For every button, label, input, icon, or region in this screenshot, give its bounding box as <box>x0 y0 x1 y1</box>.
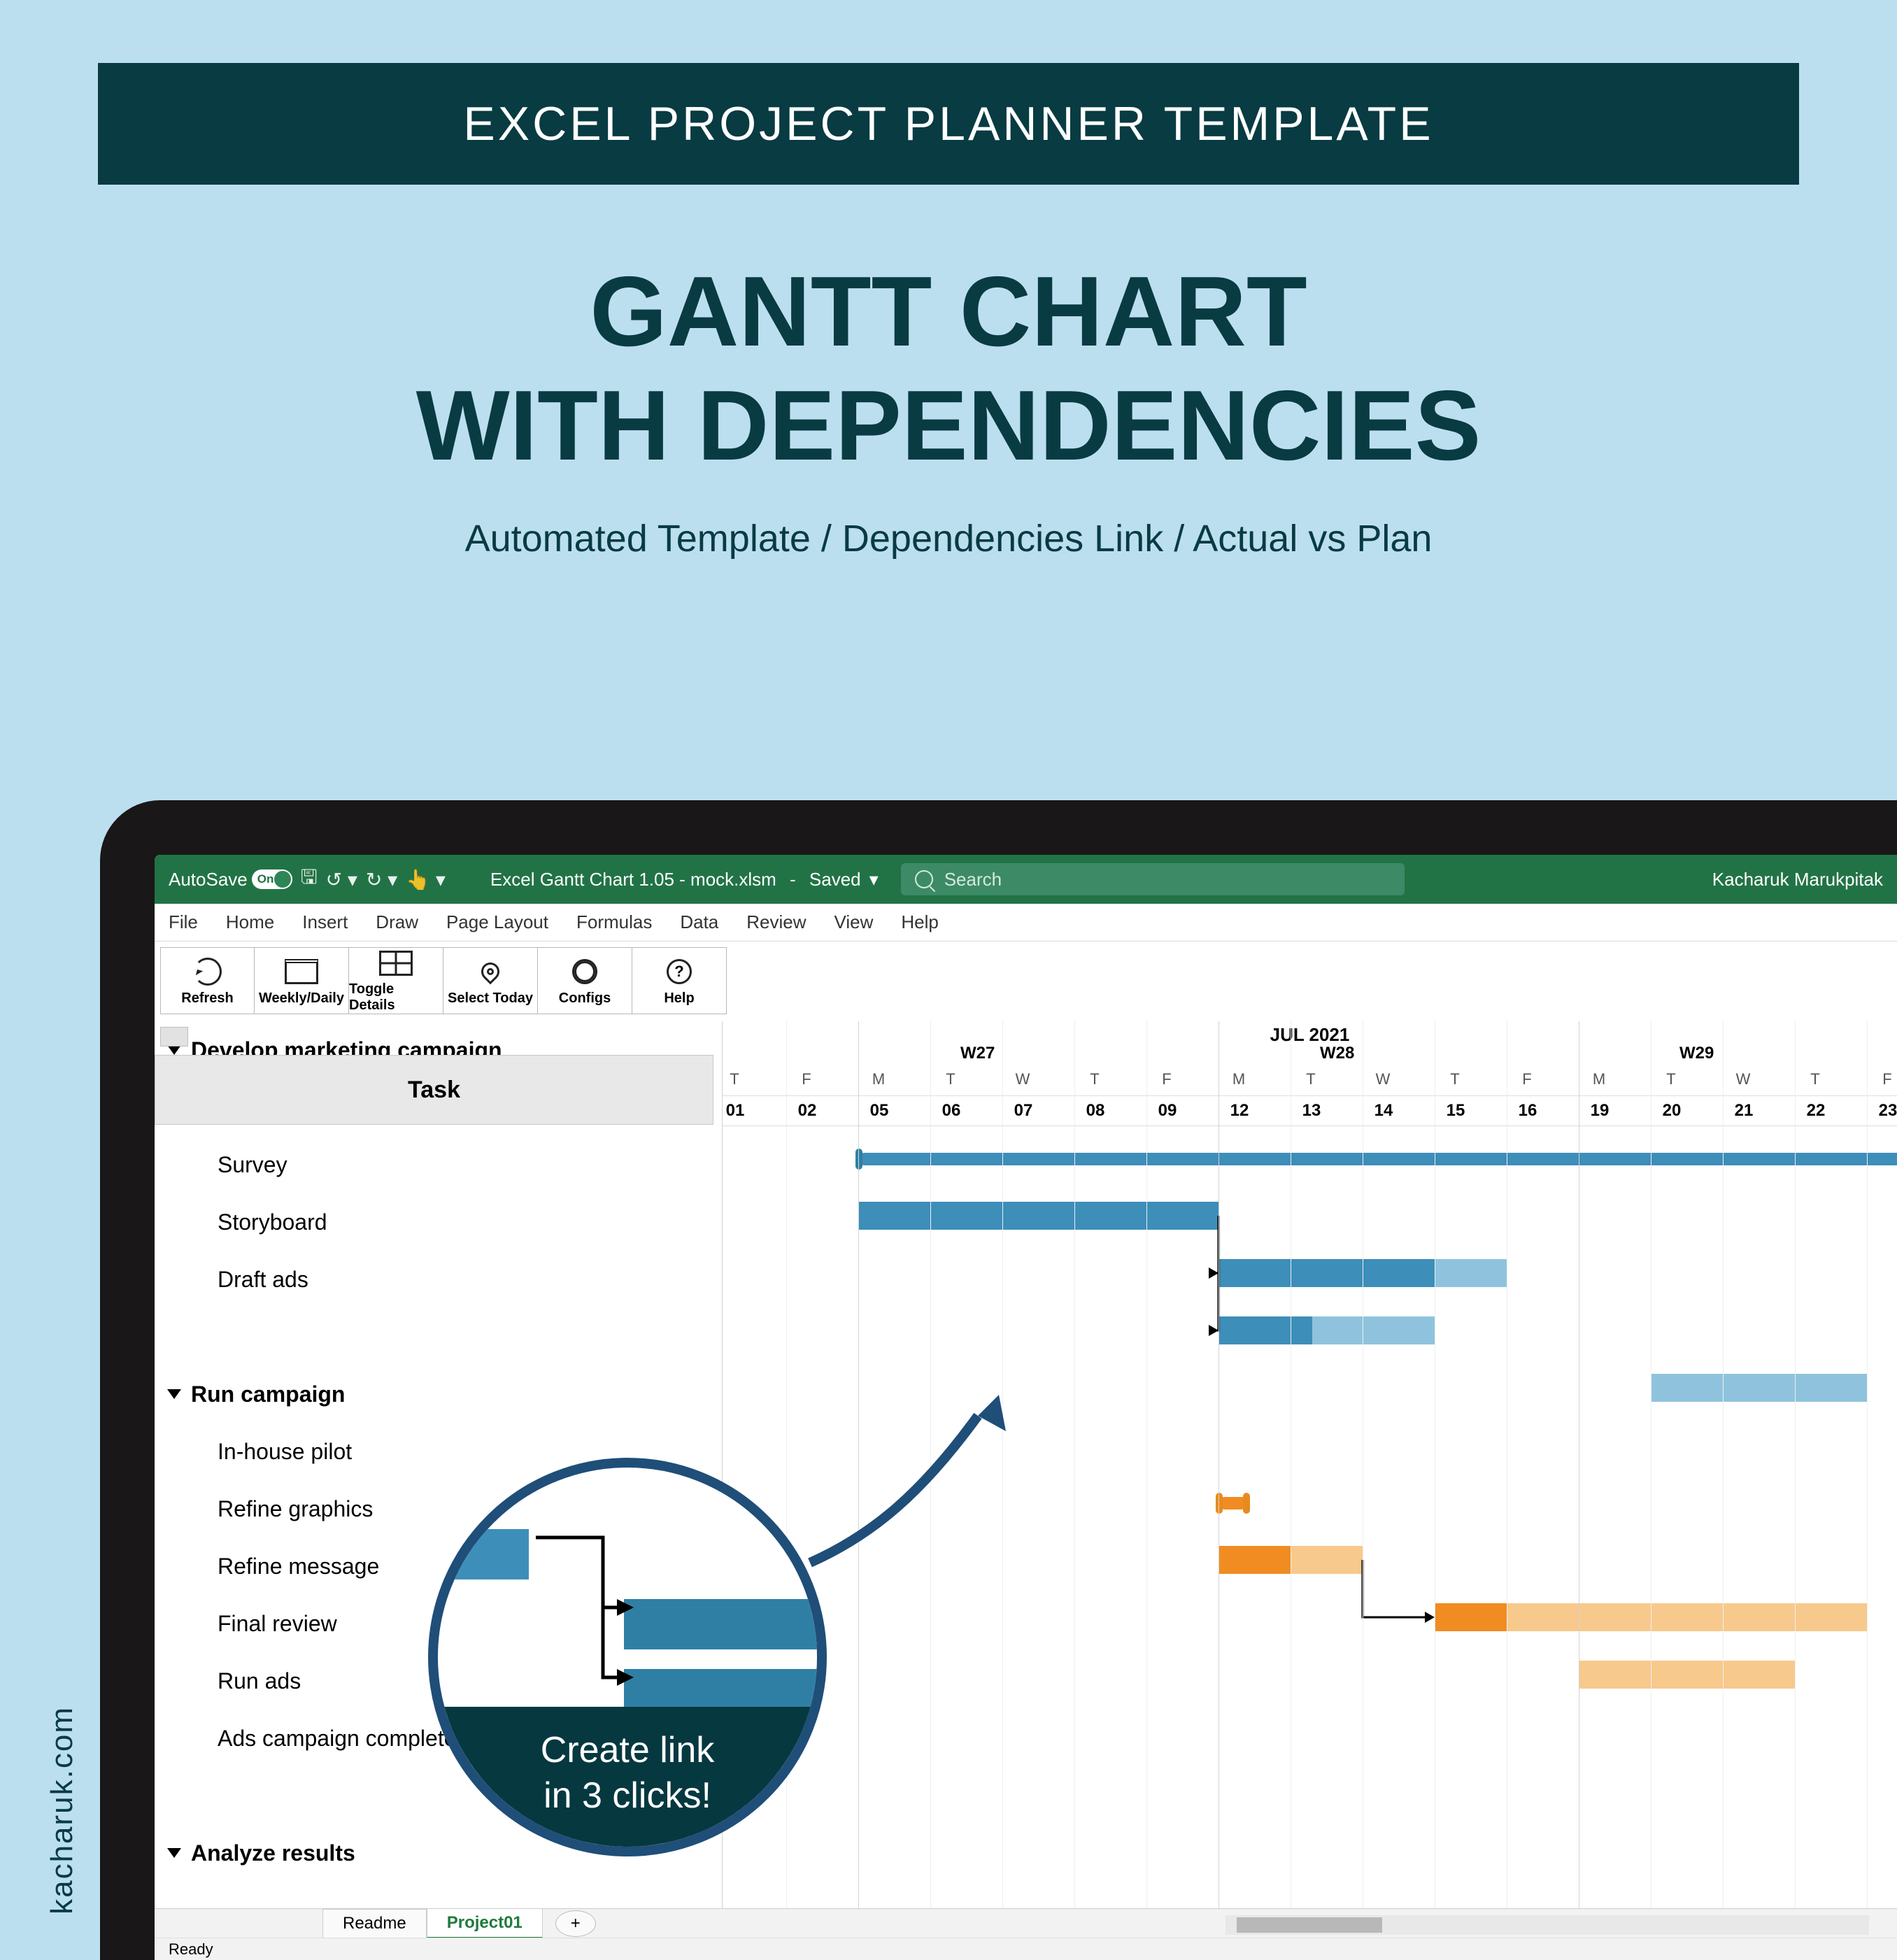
callout-dependency-icon <box>536 1512 662 1708</box>
autosave-toggle[interactable]: AutoSave On <box>169 869 292 890</box>
laptop-mock: AutoSave On 🖫 ↺ ▾ ↻ ▾ 👆 ▾ Excel Gantt Ch… <box>100 800 1897 1960</box>
date-label: 22 <box>1803 1101 1828 1121</box>
menu-file[interactable]: File <box>169 911 198 933</box>
task-bar[interactable] <box>1219 1259 1435 1287</box>
summary-bar[interactable] <box>858 1153 1897 1165</box>
toolbtn-configs[interactable]: Configs <box>538 947 632 1014</box>
task-row[interactable]: Storyboard <box>155 1193 722 1251</box>
toolbtn-help[interactable]: ?Help <box>632 947 727 1014</box>
chevron-down-icon <box>167 1045 181 1055</box>
sheet-tab-readme[interactable]: Readme <box>322 1909 427 1938</box>
callout-text: Create link in 3 clicks! <box>438 1707 817 1847</box>
task-column-header: Task <box>155 1055 713 1125</box>
task-group[interactable]: Run campaign <box>155 1365 722 1423</box>
menu-view[interactable]: View <box>834 911 874 933</box>
ribbon-tabs: File Home Insert Draw Page Layout Formulas Dat… <box>155 904 1897 942</box>
excel-titlebar: AutoSave On 🖫 ↺ ▾ ↻ ▾ 👆 ▾ Excel Gantt Ch… <box>155 855 1897 904</box>
toolbtn-toggle-details[interactable]: Toggle Details <box>349 947 443 1014</box>
date-label: 14 <box>1371 1101 1396 1121</box>
task-row[interactable]: Survey <box>155 1136 722 1193</box>
toolbtn-refresh[interactable]: Refresh <box>160 947 255 1014</box>
date-label: 15 <box>1443 1101 1468 1121</box>
callout-bar <box>438 1529 529 1579</box>
toggle-icon: On <box>252 869 292 889</box>
week-label: W27 <box>960 1044 995 1063</box>
touch-icon[interactable]: 👆 ▾ <box>406 868 446 891</box>
chevron-down-icon <box>167 1389 181 1399</box>
status-bar: Ready <box>155 1938 1897 1960</box>
file-name: Excel Gantt Chart 1.05 - mock.xlsm <box>490 869 776 890</box>
menu-review[interactable]: Review <box>746 911 806 933</box>
date-label: 13 <box>1299 1101 1324 1121</box>
menu-draw[interactable]: Draw <box>376 911 418 933</box>
save-state: Saved <box>809 869 861 890</box>
watermark: kacharuk.com <box>45 1706 80 1915</box>
search-placeholder: Search <box>944 869 1002 890</box>
headline-line1: GANTT CHART <box>0 255 1897 369</box>
chevron-down-icon <box>167 1848 181 1858</box>
menu-formulas[interactable]: Formulas <box>576 911 652 933</box>
date-label: 19 <box>1587 1101 1612 1121</box>
menu-data[interactable]: Data <box>680 911 718 933</box>
task-bar[interactable] <box>1219 1316 1312 1344</box>
search-icon <box>915 870 933 888</box>
task-bar[interactable] <box>1219 1546 1291 1574</box>
summary-bar[interactable] <box>1219 1497 1247 1510</box>
screen: AutoSave On 🖫 ↺ ▾ ↻ ▾ 👆 ▾ Excel Gantt Ch… <box>100 800 1897 1960</box>
save-state-chevron-icon[interactable]: ▾ <box>869 869 879 890</box>
task-bar[interactable] <box>858 1202 1219 1230</box>
task-bar[interactable] <box>1435 1259 1507 1287</box>
date-label: 02 <box>795 1101 820 1121</box>
banner-title: EXCEL PROJECT PLANNER TEMPLATE <box>98 63 1799 185</box>
task-bar[interactable] <box>1291 1546 1363 1574</box>
task-row[interactable]: Draft ads <box>155 1251 722 1308</box>
collapse-button[interactable] <box>160 1027 188 1046</box>
date-label: 05 <box>867 1101 892 1121</box>
add-sheet-button[interactable]: + <box>555 1910 596 1937</box>
date-label: 01 <box>723 1101 748 1121</box>
headline-line2: WITH DEPENDENCIES <box>0 369 1897 483</box>
date-label: 23 <box>1875 1101 1897 1121</box>
task-bar[interactable] <box>1507 1603 1867 1631</box>
timeline-header: JUL 2021 W27W28W29TFMTWTFMTWTFMTWTFM0102… <box>723 1021 1897 1130</box>
task-bar[interactable] <box>1435 1603 1507 1631</box>
week-label: W29 <box>1679 1044 1714 1063</box>
save-icon[interactable]: 🖫 <box>301 862 318 896</box>
menu-page-layout[interactable]: Page Layout <box>446 911 548 933</box>
toolbtn-select-today[interactable]: Select Today <box>443 947 538 1014</box>
task-bar[interactable] <box>1579 1661 1795 1689</box>
sheet-tab-project01[interactable]: Project01 <box>427 1908 543 1939</box>
callout-arrow-icon <box>789 1388 1027 1584</box>
subheadline: Automated Template / Dependencies Link /… <box>0 517 1897 560</box>
callout-circle: Create link in 3 clicks! <box>428 1458 827 1856</box>
callout-line2: in 3 clicks! <box>438 1773 817 1819</box>
menu-home[interactable]: Home <box>226 911 274 933</box>
undo-icon[interactable]: ↺ ▾ <box>326 868 357 891</box>
autosave-label: AutoSave <box>169 869 248 890</box>
menu-insert[interactable]: Insert <box>302 911 348 933</box>
user-name[interactable]: Kacharuk Marukpitak <box>1712 869 1883 890</box>
date-label: 09 <box>1155 1101 1180 1121</box>
task-bar[interactable] <box>1312 1316 1435 1344</box>
search-input[interactable]: Search <box>901 863 1405 895</box>
date-label: 08 <box>1083 1101 1108 1121</box>
toolbtn-weekly-daily[interactable]: Weekly/Daily <box>255 947 349 1014</box>
date-label: 20 <box>1659 1101 1684 1121</box>
date-label: 16 <box>1515 1101 1540 1121</box>
redo-icon[interactable]: ↻ ▾ <box>366 868 397 891</box>
date-label: 12 <box>1227 1101 1252 1121</box>
date-label: 07 <box>1011 1101 1036 1121</box>
date-label: 21 <box>1731 1101 1756 1121</box>
custom-toolbar: RefreshWeekly/DailyToggle DetailsSelect … <box>155 942 1897 1020</box>
horizontal-scrollbar[interactable] <box>1225 1915 1869 1935</box>
callout-line1: Create link <box>438 1728 817 1773</box>
task-bar[interactable] <box>1651 1374 1867 1402</box>
headline: GANTT CHART WITH DEPENDENCIES <box>0 255 1897 483</box>
week-label: W28 <box>1320 1044 1354 1063</box>
date-label: 06 <box>939 1101 964 1121</box>
menu-help[interactable]: Help <box>901 911 938 933</box>
